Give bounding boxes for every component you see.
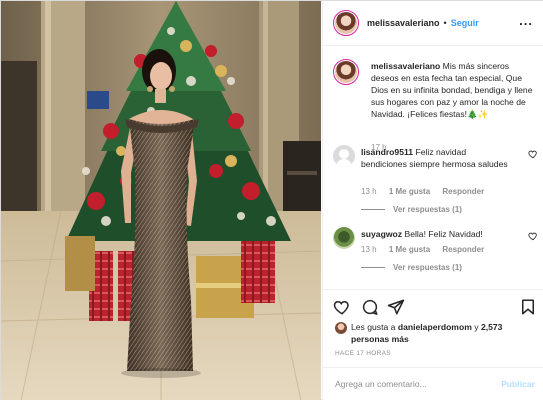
comment-body: Bella! Feliz Navidad! [404, 229, 483, 239]
comment-like-heart-icon[interactable] [528, 231, 538, 241]
comment-likes[interactable]: 1 Me gusta [389, 245, 430, 254]
comment-text: suyagwoz Bella! Feliz Navidad! [361, 228, 513, 240]
action-bar [323, 289, 543, 323]
likes-prefix: Les gusta a [351, 322, 396, 332]
separator-dot: • [443, 18, 447, 28]
more-icon[interactable]: ... [519, 14, 533, 27]
comment-input[interactable]: Agrega un comentario... [335, 379, 427, 389]
post-photo-image [1, 1, 321, 400]
liker-avatar[interactable] [335, 322, 347, 334]
post-photo[interactable] [1, 1, 321, 400]
bookmark-icon[interactable] [519, 298, 537, 316]
comment-username[interactable]: lisandro9511 [361, 147, 413, 157]
comment-likes[interactable]: 1 Me gusta [389, 187, 430, 196]
reply-button[interactable]: Responder [442, 245, 484, 254]
heart-icon[interactable] [333, 298, 351, 316]
commenter-avatar[interactable] [333, 227, 355, 249]
comment-username[interactable]: suyagwoz [361, 229, 402, 239]
commenter-avatar[interactable] [333, 145, 355, 167]
post-timestamp[interactable]: HACE 17 HORAS [335, 350, 391, 357]
view-replies-button[interactable]: Ver respuestas (1) [361, 205, 462, 214]
replies-line [361, 267, 385, 268]
author-username[interactable]: melissavaleriano [367, 18, 440, 28]
view-replies-label: Ver respuestas (1) [393, 263, 462, 272]
comment-time[interactable]: 13 h [361, 245, 377, 254]
comment-like-heart-icon[interactable] [528, 149, 538, 159]
comment-meta: 13 h 1 Me gusta Responder [361, 245, 494, 254]
comments-section[interactable]: melissavaleriano Mis más sinceros deseos… [323, 47, 543, 285]
comment-meta: 13 h 1 Me gusta Responder [361, 187, 494, 196]
liker-username[interactable]: danielaperdomom [398, 322, 472, 332]
publish-button[interactable]: Publicar [501, 379, 535, 389]
caption-username[interactable]: melissavaleriano [371, 61, 440, 71]
follow-button[interactable]: Seguir [451, 18, 479, 28]
caption-text: melissavaleriano Mis más sinceros deseos… [371, 60, 539, 120]
likes-text: Les gusta a danielaperdomom y 2,573 pers… [351, 321, 531, 345]
author-avatar[interactable] [333, 10, 359, 36]
instagram-post: melissavaleriano • Seguir ... melissaval… [0, 0, 543, 400]
post-header: melissavaleriano • Seguir ... [323, 1, 543, 46]
view-replies-label: Ver respuestas (1) [393, 205, 462, 214]
post-side-panel: melissavaleriano • Seguir ... melissaval… [322, 1, 543, 400]
comment-text: lisandro9511 Feliz navidad bendiciones s… [361, 146, 513, 170]
replies-line [361, 209, 385, 210]
add-comment-bar: Agrega un comentario... Publicar [323, 367, 543, 400]
likes-join: y [474, 322, 479, 332]
reply-button[interactable]: Responder [442, 187, 484, 196]
comment-icon[interactable] [361, 298, 379, 316]
share-icon[interactable] [387, 298, 405, 316]
comment-time[interactable]: 13 h [361, 187, 377, 196]
view-replies-button[interactable]: Ver respuestas (1) [361, 263, 462, 272]
caption-avatar[interactable] [333, 59, 359, 85]
